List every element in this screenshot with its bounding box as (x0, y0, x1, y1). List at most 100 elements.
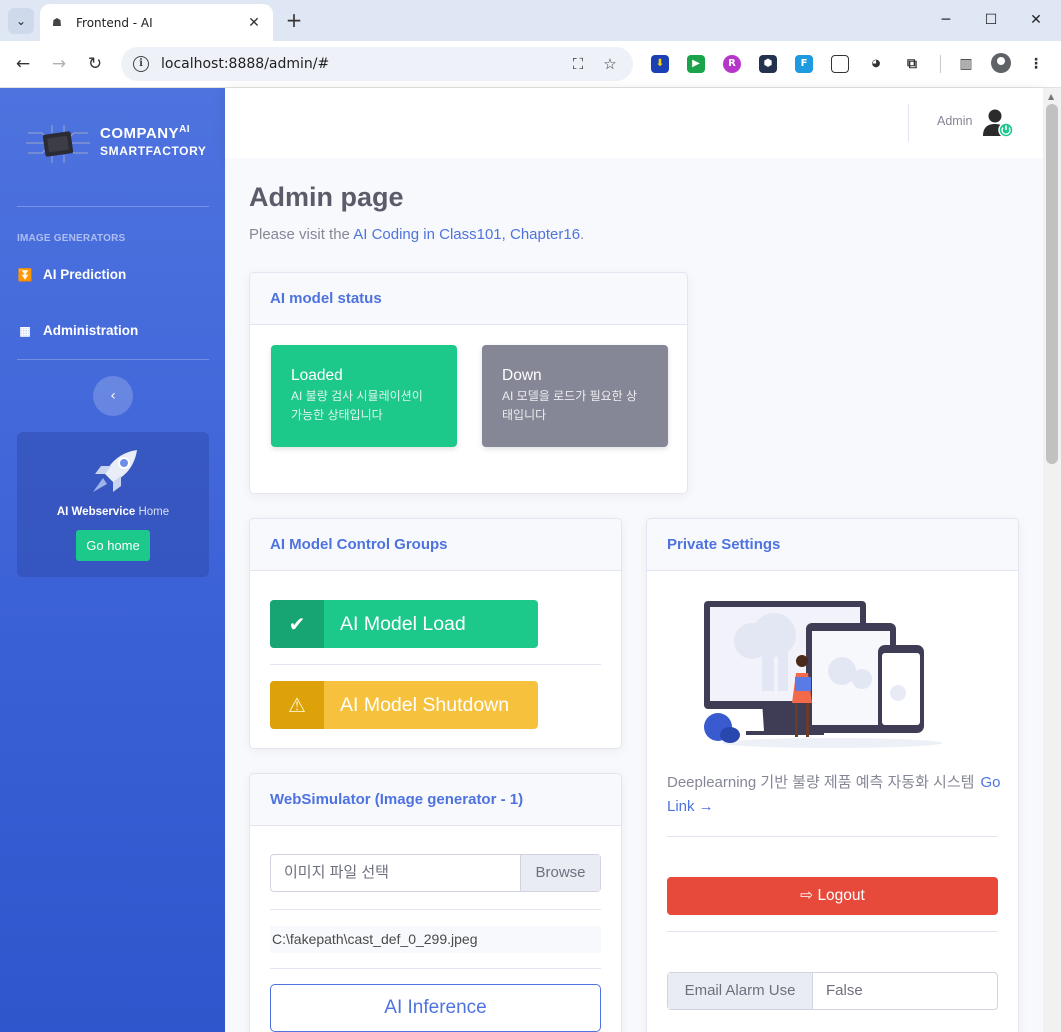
back-button[interactable]: ← (10, 51, 36, 77)
sidebar-heading: IMAGE GENERATORS (17, 233, 126, 244)
browse-button[interactable]: Browse (520, 855, 600, 891)
filter-icon: ⏬ (17, 267, 33, 282)
brand-text: COMPANYAI SMARTFACTORY (100, 124, 207, 158)
button-label: AI Model Load (340, 613, 466, 635)
tab-search-button[interactable]: ⌄ (8, 8, 34, 34)
status-title: Loaded (291, 367, 343, 384)
sidebar-item-ai-prediction[interactable]: ⏬ AI Prediction (17, 267, 127, 282)
main-content: Admin page Please visit the AI Coding in… (225, 158, 1043, 1032)
kebab-menu-icon[interactable]: ⋮ (1027, 55, 1045, 73)
brand-subtitle: SMARTFACTORY (100, 144, 207, 158)
status-description: AI 모델을 로드가 필요한 상태입니다 (502, 389, 638, 422)
window-close-button[interactable]: ✕ (1022, 8, 1050, 32)
card-divider (667, 931, 998, 932)
sidebar-promo-card: AI Webservice Home Go home (17, 432, 209, 577)
url-text: localhost:8888/admin/# (161, 56, 330, 72)
extension-play-icon[interactable]: ▶ (687, 55, 705, 73)
status-down-card: Down AI 모델을 로드가 필요한 상태입니다 (482, 345, 668, 447)
logout-button[interactable]: ⇨ Logout (667, 877, 998, 915)
card-divider (270, 968, 601, 969)
translate-icon[interactable]: ⛶ (567, 55, 589, 73)
user-name[interactable]: Admin (937, 114, 972, 128)
image-file-input[interactable]: 이미지 파일 선택 Browse (270, 854, 601, 892)
status-description: AI 불량 검사 시뮬레이션이 가능한 상태입니다 (291, 389, 423, 422)
minimize-button[interactable]: ─ (932, 8, 960, 32)
close-icon[interactable]: ✕ (245, 15, 263, 31)
extension-r-icon[interactable]: R (723, 55, 741, 73)
check-icon: ✔ (270, 600, 324, 648)
sidebar: COMPANYAI SMARTFACTORY IMAGE GENERATORS … (0, 88, 225, 1032)
sidebar-item-administration[interactable]: ▦ Administration (17, 323, 138, 338)
star-icon[interactable]: ☆ (599, 55, 621, 73)
extension-ghost-icon[interactable]: ◕ (867, 55, 885, 73)
sign-out-icon: ⇨ (800, 887, 818, 904)
forward-button[interactable]: → (46, 51, 72, 77)
button-label: Logout (817, 887, 865, 904)
sidebar-divider (17, 206, 209, 207)
screenshot-icon[interactable] (831, 55, 849, 73)
scroll-thumb[interactable] (1046, 104, 1058, 464)
extension-hex-icon[interactable]: ⬢ (759, 55, 777, 73)
chip-icon (26, 125, 90, 163)
chevron-left-icon: ‹ (110, 388, 116, 404)
chevron-down-icon: ⌄ (15, 14, 27, 28)
side-panel-icon[interactable]: ▥ (957, 55, 975, 73)
status-loaded-card: Loaded AI 불량 검사 시뮬레이션이 가능한 상태입니다 (271, 345, 457, 447)
extension-download-icon[interactable]: ⬇ (651, 55, 669, 73)
email-alarm-label: Email Alarm Use (668, 973, 813, 1009)
profile-avatar[interactable] (991, 53, 1011, 73)
reload-button[interactable]: ↻ (82, 51, 108, 77)
page-title: Admin page (249, 182, 404, 212)
browser-toolbar: ← → ↻ i localhost:8888/admin/# ⛶ ☆ ⬇ ▶ R… (0, 41, 1061, 88)
favicon-icon: ☗ (52, 15, 62, 29)
button-label: AI Model Shutdown (340, 694, 510, 716)
table-icon: ▦ (19, 323, 31, 338)
sidebar-item-label: AI Prediction (43, 267, 127, 282)
control-groups-card: AI Model Control Groups ✔ AI Model Load … (249, 518, 622, 749)
go-home-button[interactable]: Go home (76, 530, 150, 561)
card-header: AI Model Control Groups (250, 519, 621, 571)
class101-link[interactable]: AI Coding in Class101, Chapter16 (353, 226, 580, 243)
websimulator-card: WebSimulator (Image generator - 1) 이미지 파… (249, 773, 622, 1032)
new-tab-button[interactable]: + (282, 9, 306, 33)
ai-inference-button[interactable]: AI Inference (270, 984, 601, 1032)
card-header: WebSimulator (Image generator - 1) (250, 774, 621, 826)
scroll-up-arrow-icon[interactable]: ▲ (1048, 92, 1054, 101)
puzzle-icon[interactable]: ⧉ (903, 55, 921, 73)
browser-tab-bar: ⌄ ☗ Frontend - AI ✕ + ─ ☐ ✕ (0, 0, 1061, 41)
warning-icon: ⚠ (270, 681, 324, 729)
address-bar[interactable]: i localhost:8888/admin/# ⛶ ☆ (121, 47, 633, 81)
sidebar-item-label: Administration (43, 323, 139, 338)
user-avatar-icon[interactable] (982, 108, 1016, 138)
devices-illustration (704, 601, 942, 748)
status-title: Down (502, 367, 542, 384)
email-alarm-group: Email Alarm Use False (667, 972, 998, 1010)
promo-title: AI Webservice Home (56, 506, 170, 518)
card-divider (270, 909, 601, 910)
card-divider (270, 664, 601, 665)
toolbar-separator (940, 55, 941, 73)
model-load-button[interactable]: ✔ AI Model Load (270, 600, 538, 648)
brand-superscript: AI (179, 124, 191, 135)
selected-file-path: C:\fakepath\cast_def_0_299.jpeg (270, 926, 601, 953)
file-input-label: 이미지 파일 선택 (284, 864, 389, 881)
card-divider (667, 836, 998, 837)
rocket-icon (93, 450, 137, 492)
page-subtitle: Please visit the AI Coding in Class101, … (249, 226, 585, 243)
sidebar-divider (17, 359, 209, 360)
page-scrollbar[interactable]: ▲ (1043, 88, 1061, 1032)
card-header: AI model status (250, 273, 687, 325)
brand-name: COMPANY (100, 125, 180, 142)
email-alarm-input[interactable]: False (813, 973, 997, 1009)
sidebar-toggle-button[interactable]: ‹ (93, 376, 133, 416)
brand-logo[interactable]: COMPANYAI SMARTFACTORY (24, 118, 214, 168)
tab-title: Frontend - AI (76, 15, 153, 30)
browser-tab[interactable]: ☗ Frontend - AI ✕ (40, 4, 273, 41)
private-settings-card: Private Settings Deeplearning 기반 불량 제품 예… (646, 518, 1019, 1032)
model-shutdown-button[interactable]: ⚠ AI Model Shutdown (270, 681, 538, 729)
info-icon[interactable]: i (133, 56, 149, 72)
model-status-card: AI model status Loaded AI 불량 검사 시뮬레이션이 가… (249, 272, 688, 494)
topbar: Admin (225, 88, 1043, 158)
maximize-button[interactable]: ☐ (977, 8, 1005, 32)
extension-fi-icon[interactable]: F (795, 55, 813, 73)
